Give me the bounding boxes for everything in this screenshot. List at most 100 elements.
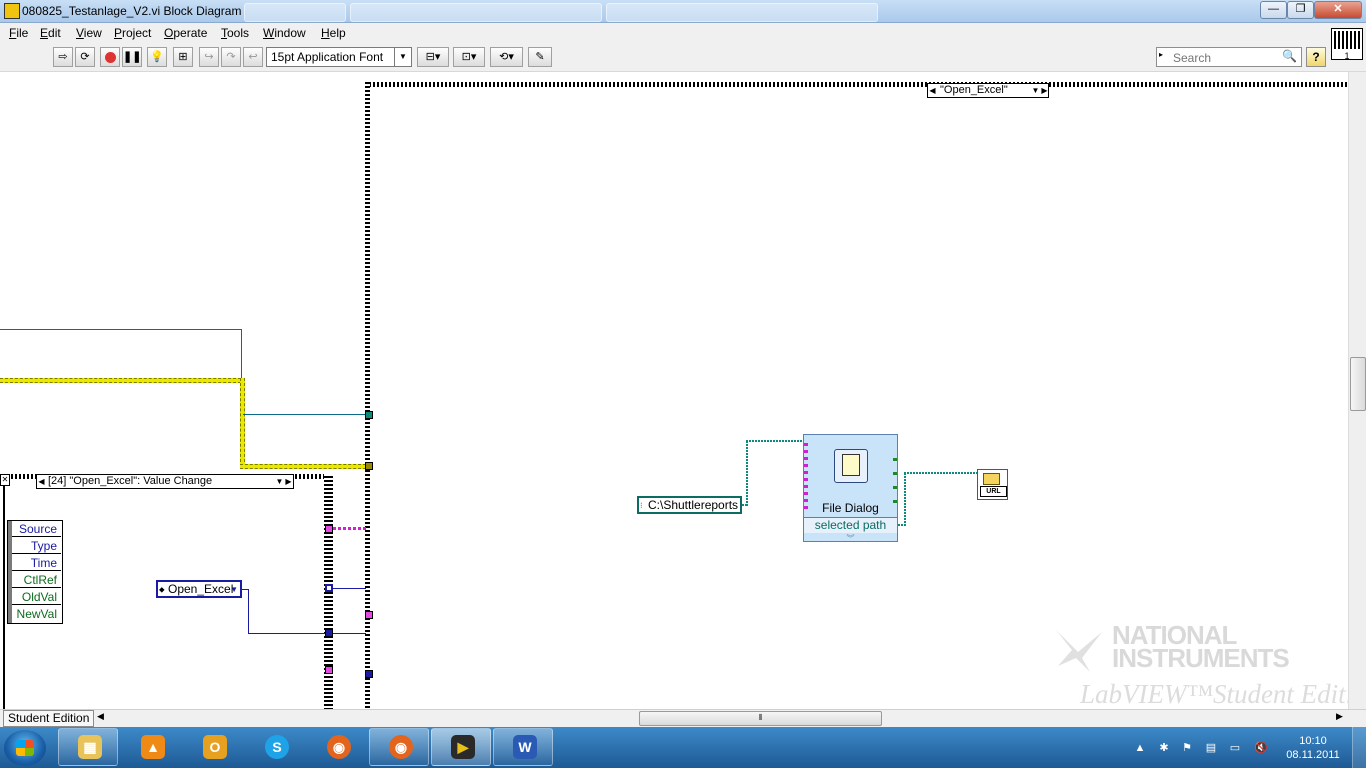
taskbar-labview[interactable]: ▶ [431,728,491,766]
block-diagram[interactable]: ◀ "Open_Excel" ▼ ▶ ◀ [24] "Open_Excel": … [0,72,1348,709]
case-selector[interactable]: ◀ "Open_Excel" ▼ ▶ [927,83,1049,98]
search-field[interactable]: ▸ 🔍 [1156,47,1302,67]
tunnel[interactable] [365,670,373,678]
highlight-execution-icon[interactable]: 💡 [147,47,167,67]
action-center-icon[interactable]: ⚑ [1180,741,1194,755]
taskbar-skype[interactable]: S [245,728,305,766]
font-select[interactable]: 15pt Application Font ▼ [266,47,412,67]
search-icon[interactable]: 🔍 [1282,49,1297,63]
search-input[interactable] [1171,50,1285,66]
tunnel[interactable] [325,629,333,637]
clock[interactable]: 10:10 08.11.2011 [1285,734,1341,762]
chevron-down-icon[interactable]: ▼ [1031,84,1040,97]
event-data-oldval[interactable]: OldVal [12,589,61,605]
scroll-left-icon[interactable]: ◀ [97,711,104,722]
menu-edit[interactable]: Edit [40,26,61,40]
horizontal-scroll-thumb[interactable]: ⦀ [639,711,882,726]
tunnel[interactable] [325,666,333,674]
error-cluster-wire[interactable] [240,378,245,467]
wire[interactable] [241,329,242,379]
tunnel[interactable] [325,584,333,592]
run-icon[interactable]: ⇨ [53,47,73,67]
tunnel[interactable] [325,525,333,533]
taskbar-firefox-2[interactable]: ◉ [369,728,429,766]
menu-file[interactable]: File [9,26,28,40]
menu-project[interactable]: Project [114,26,151,40]
case-structure-border[interactable] [365,82,1348,87]
close-button[interactable]: ✕ [1314,1,1362,19]
network-tray-icon[interactable]: ✱ [1157,741,1171,755]
menu-window[interactable]: Window [263,26,306,40]
step-out-icon[interactable]: ↩ [243,47,263,67]
path-wire[interactable] [904,472,977,474]
maximize-button[interactable]: ❐ [1287,1,1314,19]
tunnel[interactable] [365,411,373,419]
run-continuously-icon[interactable]: ⟳ [75,47,95,67]
event-selector[interactable]: ◀ [24] "Open_Excel": Value Change ▼ ▶ [36,474,294,489]
taskbar-word[interactable]: W [493,728,553,766]
step-over-icon[interactable]: ↷ [221,47,241,67]
chevron-right-icon[interactable]: ▶ [284,475,293,488]
show-hidden-icons[interactable]: ▲ [1133,741,1147,755]
event-data-newval[interactable]: NewVal [12,606,61,622]
path-constant-value: C:\Shuttlereports [648,498,739,512]
tunnel[interactable] [365,611,373,619]
path-wire[interactable] [746,440,803,442]
abort-icon[interactable] [100,47,120,67]
retain-wire-values-icon[interactable]: ⊞ [173,47,193,67]
wire[interactable] [333,588,366,589]
event-data-type[interactable]: Type [12,538,61,554]
clean-up-diagram-icon[interactable]: ✎ [528,47,552,67]
chevron-right-icon[interactable]: ▶ [1040,84,1049,97]
wire[interactable] [0,329,241,330]
file-dialog-node[interactable]: File Dialog selected path ︾ [803,434,898,544]
step-into-icon[interactable]: ↪ [199,47,219,67]
taskbar-vlc[interactable]: ▲ [121,728,181,766]
vertical-scroll-thumb[interactable] [1350,357,1366,411]
error-cluster-wire[interactable] [240,464,366,469]
taskbar-explorer[interactable]: ▦ [58,728,118,766]
reorder-icon[interactable]: ⟲▾ [490,47,523,67]
error-cluster-wire[interactable] [0,378,241,383]
event-data-ctlref[interactable]: CtlRef [12,572,61,588]
path-wire[interactable] [746,440,748,506]
scroll-right-icon[interactable]: ▶ [1336,711,1343,722]
expand-chevron-icon[interactable]: ︾ [804,533,897,544]
pause-icon[interactable]: ❚❚ [122,47,142,67]
chevron-left-icon[interactable]: ◀ [928,84,937,97]
event-data-time[interactable]: Time [12,555,61,571]
refnum-wire[interactable] [333,527,366,530]
event-structure-border[interactable] [3,474,5,709]
distribute-objects-icon[interactable]: ⊡▾ [453,47,485,67]
selected-path-terminal[interactable]: selected path [804,517,897,533]
menu-tools[interactable]: Tools [221,26,249,40]
start-button[interactable] [4,730,46,766]
device-tray-icon[interactable]: ▤ [1204,741,1218,755]
event-data-node[interactable]: Source Type Time CtlRef OldVal NewVal [7,520,63,624]
display-tray-icon[interactable]: ▭ [1228,741,1242,755]
volume-icon[interactable]: 🔇 [1254,741,1268,755]
chevron-left-icon[interactable]: ◀ [37,475,46,488]
ring-constant[interactable]: ⬥ Open_Excel ▼ [156,580,242,598]
menu-help[interactable]: Help [321,26,346,40]
show-desktop-button[interactable] [1352,727,1366,768]
chevron-down-icon[interactable]: ▼ [230,583,238,597]
open-url-node[interactable]: URL [977,469,1008,500]
taskbar-firefox[interactable]: ◉ [307,728,367,766]
chevron-down-icon[interactable]: ▼ [275,475,284,488]
wire[interactable] [243,414,366,415]
wire[interactable] [248,589,249,633]
wire[interactable] [248,633,326,634]
menu-view[interactable]: View [76,26,102,40]
vi-connector-icon[interactable]: 1 [1331,28,1363,61]
minimize-button[interactable]: — [1260,1,1287,19]
path-constant[interactable]: ⁝ C:\Shuttlereports [637,496,742,514]
event-data-source[interactable]: Source [12,521,61,537]
menu-operate[interactable]: Operate [164,26,207,40]
path-wire[interactable] [904,472,906,526]
tunnel[interactable] [365,462,373,470]
taskbar-outlook[interactable]: O [183,728,243,766]
context-help-button[interactable]: ? [1306,47,1326,67]
wire[interactable] [333,633,366,634]
align-objects-icon[interactable]: ⊟▾ [417,47,449,67]
